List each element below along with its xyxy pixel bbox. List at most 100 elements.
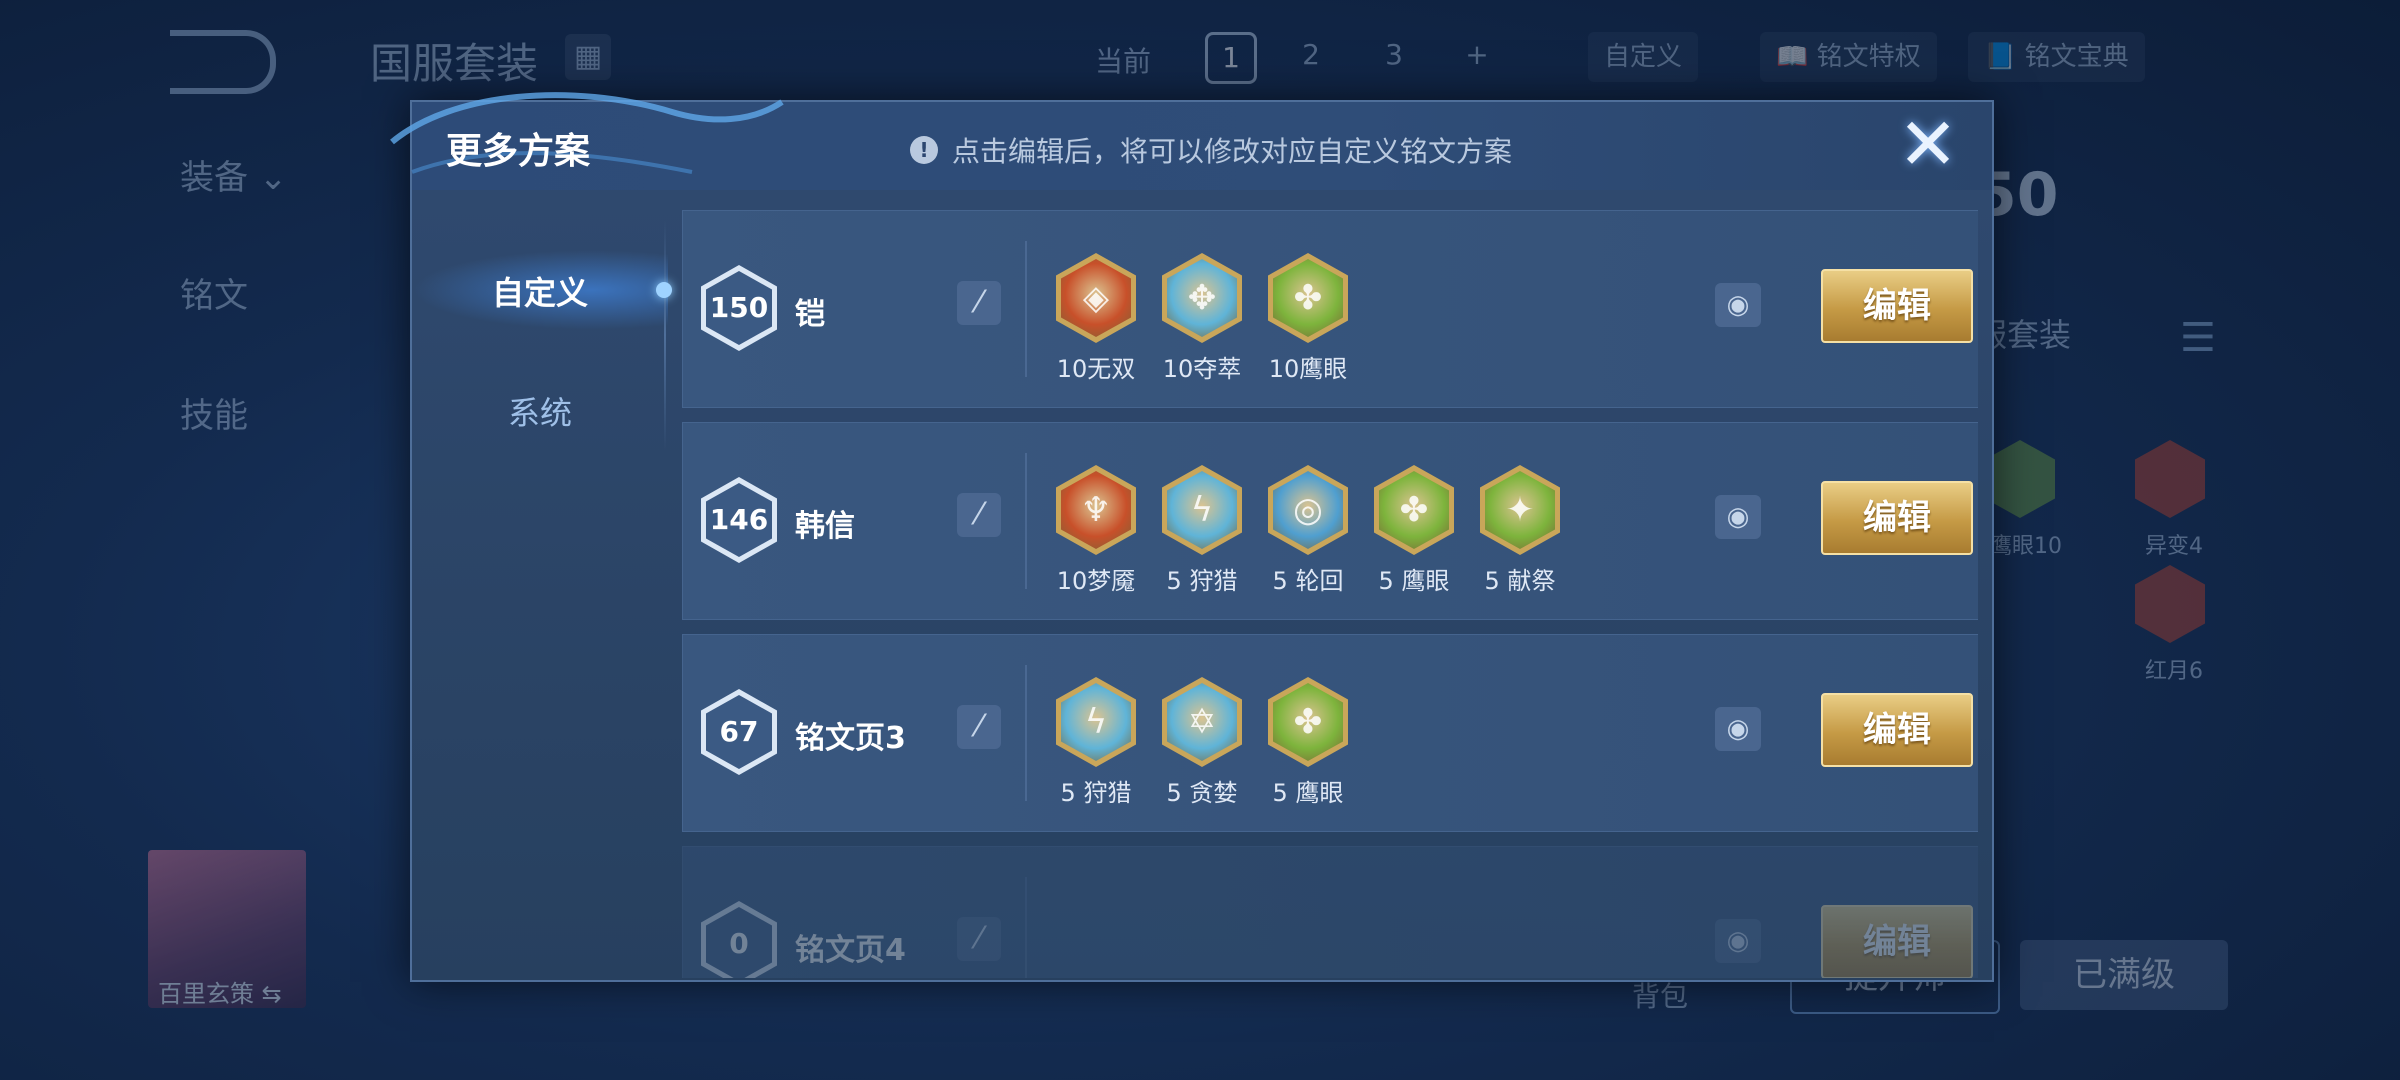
edit-button[interactable]: 编辑 (1821, 693, 1973, 767)
pencil-icon: ⁄ (976, 285, 982, 320)
custom-button[interactable]: 自定义 (1588, 32, 1699, 82)
preset-tabs: 自定义 系统 (412, 190, 672, 978)
preset-row[interactable]: 67 铭文页3 ⁄ ϟ 5 狩猎 ✡ 5 贪婪 ✤ 5 鹰眼 ◉ 编辑 (682, 634, 1978, 832)
rune-label: 5 鹰眼 (1378, 567, 1450, 595)
privilege-label: 铭文特权 (1816, 42, 1921, 72)
rename-button[interactable]: ⁄ (957, 281, 1001, 325)
close-button[interactable]: ✕ (1896, 108, 1960, 180)
page-tab-add[interactable]: + (1454, 32, 1500, 78)
rune-icon (2135, 440, 2205, 518)
swap-icon: ⇆ (261, 980, 282, 1008)
lightning-rune-icon: ϟ (1162, 465, 1242, 555)
preset-level: 146 (706, 483, 772, 557)
rune-item: ♆ 10梦魇 (1043, 465, 1149, 596)
edit-button[interactable]: 编辑 (1821, 269, 1973, 343)
tab-system[interactable]: 系统 (412, 388, 668, 434)
knot-rune-icon: ✥ (1162, 253, 1242, 343)
eye-icon: ◉ (1726, 290, 1750, 320)
preview-button[interactable]: ◉ (1715, 283, 1761, 327)
rename-button[interactable]: ⁄ (957, 705, 1001, 749)
preset-name: 铭文页3 (795, 721, 906, 756)
rune-label: 10鹰眼 (1268, 355, 1348, 383)
book-icon: 📖 (1776, 42, 1817, 72)
side-item-label: 装备 (180, 158, 248, 198)
info-icon: ! (910, 136, 938, 164)
codex-button[interactable]: 📘 铭文宝典 (1968, 32, 2145, 82)
rune-label: 异变4 (2145, 534, 2203, 559)
rune-item: ◈ 10无双 (1043, 253, 1149, 384)
codex-label: 铭文宝典 (2024, 42, 2129, 72)
preset-name: 韩信 (795, 509, 855, 544)
rune-list: ◈ 10无双 ✥ 10夺萃 ✤ 10鹰眼 (1043, 253, 1361, 384)
preview-button[interactable]: ◉ (1715, 495, 1761, 539)
preset-level: 67 (706, 695, 772, 769)
rune-item: ✥ 10夺萃 (1149, 253, 1255, 384)
edit-button[interactable]: 编辑 (1821, 905, 1973, 978)
back-arrow-icon[interactable] (170, 30, 276, 94)
rune-icon (1985, 440, 2055, 518)
privilege-button[interactable]: 📖 铭文特权 (1760, 32, 1937, 82)
preset-list[interactable]: 150 铠 ⁄ ◈ 10无双 ✥ 10夺萃 ✤ 10鹰眼 ◉ 编辑 146 韩信… (682, 210, 1978, 978)
hero-name-label: 百里玄策 (158, 980, 254, 1008)
rune-item: ✡ 5 贪婪 (1149, 677, 1255, 808)
stack-icon[interactable]: ☰ (2180, 315, 2216, 361)
page-tab-1[interactable]: 1 (1205, 32, 1257, 84)
rename-button[interactable]: ⁄ (957, 917, 1001, 961)
edit-button[interactable]: 编辑 (1821, 481, 1973, 555)
clover-rune-icon: ✤ (1268, 677, 1348, 767)
page-tab-2[interactable]: 2 (1288, 32, 1334, 78)
preset-level: 150 (706, 271, 772, 345)
rune-item: ϟ 5 狩猎 (1043, 677, 1149, 808)
side-item-skills[interactable]: 技能 (180, 388, 248, 437)
dialog-title: 更多方案 (446, 131, 591, 172)
rune-label: 鹰眼10 (1990, 534, 2062, 559)
rune-label: 5 贪婪 (1166, 779, 1238, 807)
row-divider (1025, 665, 1027, 801)
pencil-icon: ⁄ (976, 709, 982, 744)
row-divider (1025, 453, 1027, 589)
rune-label: 5 狩猎 (1166, 567, 1238, 595)
hint-text: 点击编辑后，将可以修改对应自定义铭文方案 (952, 135, 1513, 168)
pencil-icon: ⁄ (976, 921, 982, 956)
row-divider (1025, 241, 1027, 377)
tab-custom[interactable]: 自定义 (412, 268, 668, 314)
rune-item: ✤ 5 鹰眼 (1361, 465, 1467, 596)
preset-row[interactable]: 0 铭文页4 ⁄ ◉ 编辑 (682, 846, 1978, 978)
level-hex-icon: 150 (701, 265, 777, 351)
rune-label: 红月6 (2145, 659, 2203, 684)
level-hex-icon: 67 (701, 689, 777, 775)
side-item-runes[interactable]: 铭文 (180, 268, 248, 317)
preset-row[interactable]: 150 铠 ⁄ ◈ 10无双 ✥ 10夺萃 ✤ 10鹰眼 ◉ 编辑 (682, 210, 1978, 408)
rune-item: ✤ 10鹰眼 (1255, 253, 1361, 384)
hero-name[interactable]: 百里玄策 ⇆ (158, 974, 282, 1009)
rune-item: ✤ 5 鹰眼 (1255, 677, 1361, 808)
level-hex-icon: 146 (701, 477, 777, 563)
rename-button[interactable]: ⁄ (957, 493, 1001, 537)
preset-level: 0 (706, 907, 772, 978)
current-label: 当前 (1095, 45, 1152, 78)
close-icon: ✕ (1897, 102, 1959, 186)
fire-rune-icon: ♆ (1056, 465, 1136, 555)
dialog-hint: ! 点击编辑后，将可以修改对应自定义铭文方案 (910, 130, 1512, 170)
more-presets-dialog: 更多方案 ! 点击编辑后，将可以修改对应自定义铭文方案 ✕ 自定义 系统 150… (390, 92, 1994, 982)
rune-label: 5 献祭 (1484, 567, 1556, 595)
swirl-rune-icon: ◎ (1268, 465, 1348, 555)
clover-rune-icon: ✤ (1374, 465, 1454, 555)
rune-item: ✦ 5 献祭 (1467, 465, 1573, 596)
clover-rune-icon: ✤ (1268, 253, 1348, 343)
page-tab-3[interactable]: 3 (1371, 32, 1417, 78)
side-item-equipment[interactable]: 装备 ⌄ (180, 150, 287, 199)
preview-button[interactable]: ◉ (1715, 707, 1761, 751)
eye-icon: ◉ (1726, 502, 1750, 532)
chevron-down-icon: ⌄ (258, 158, 288, 198)
rune-item: ϟ 5 狩猎 (1149, 465, 1255, 596)
grid-icon[interactable]: ▦ (565, 34, 611, 80)
rune-label: 10无双 (1056, 355, 1136, 383)
rune-label: 5 轮回 (1272, 567, 1344, 595)
preset-name: 铭文页4 (795, 933, 906, 968)
rune-label: 5 鹰眼 (1272, 779, 1344, 807)
preset-row[interactable]: 146 韩信 ⁄ ♆ 10梦魇 ϟ 5 狩猎 ◎ 5 轮回 ✤ 5 鹰眼 ✦ 5… (682, 422, 1978, 620)
rune-list: ♆ 10梦魇 ϟ 5 狩猎 ◎ 5 轮回 ✤ 5 鹰眼 ✦ 5 献祭 (1043, 465, 1573, 596)
preview-button[interactable]: ◉ (1715, 919, 1761, 963)
rune-label: 10夺萃 (1162, 355, 1242, 383)
